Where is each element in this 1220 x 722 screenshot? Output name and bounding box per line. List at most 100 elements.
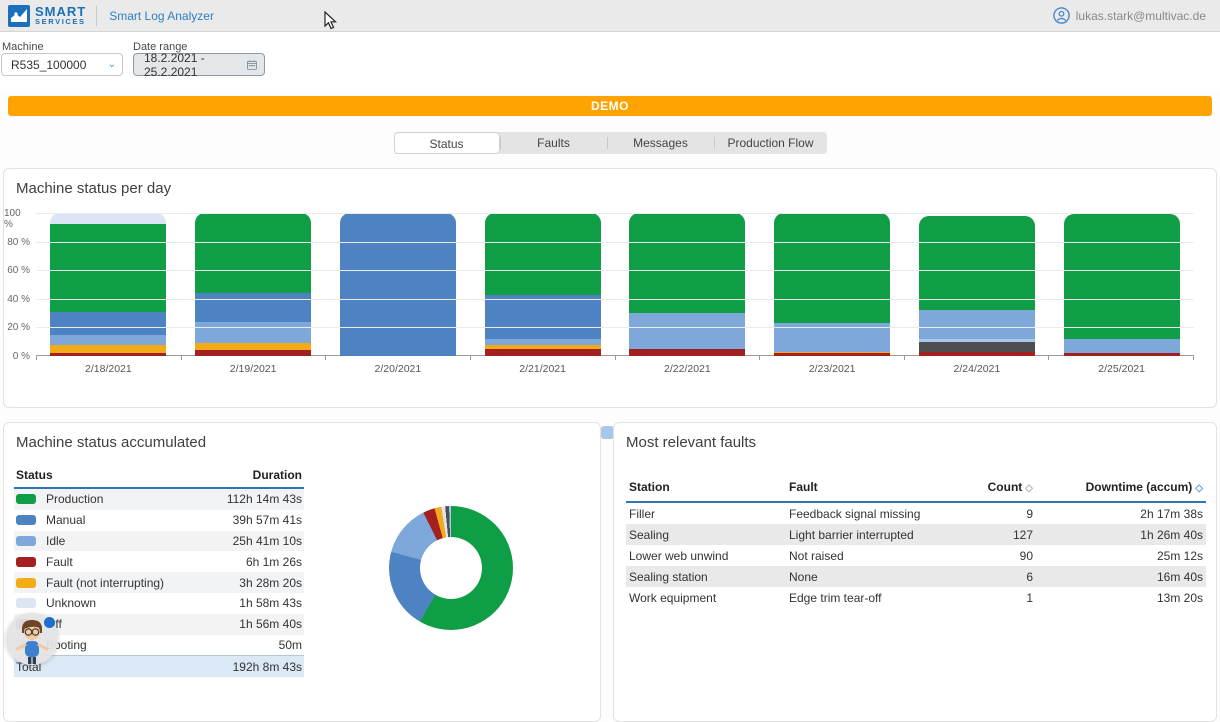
bar-group <box>1049 213 1194 356</box>
fault-count: 1 <box>923 591 1033 605</box>
y-tick-label: 40 % <box>7 294 30 305</box>
app-title: Smart Log Analyzer <box>109 9 214 23</box>
fault-description: Light barrier interrupted <box>789 528 923 542</box>
machine-select[interactable]: R535_100000 ⌄ <box>1 53 123 76</box>
status-label: Manual <box>46 513 85 527</box>
status-row-production: Production112h 14m 43s <box>14 489 304 510</box>
tab-status[interactable]: Status <box>394 132 500 154</box>
bar-segment-fault <box>485 349 601 356</box>
bar-segment-idle <box>1064 339 1180 353</box>
status-duration: 50m <box>279 638 302 652</box>
bar-group <box>36 213 181 356</box>
status-label: Unknown <box>46 596 96 610</box>
bar-segment-fault_ni <box>195 343 311 350</box>
x-axis-label: 2/24/2021 <box>905 363 1050 375</box>
bar-segment-manual <box>340 213 456 356</box>
x-tick <box>471 356 616 360</box>
idle-swatch-icon <box>16 536 36 546</box>
fault-description: Not raised <box>789 549 923 563</box>
bar-group <box>760 213 905 356</box>
stacked-bar-2/22/2021 <box>629 213 745 356</box>
x-tick <box>905 356 1050 360</box>
fault-row: Work equipmentEdge trim tear-off113m 20s <box>626 587 1206 608</box>
status-row-fault: Fault6h 1m 26s <box>14 551 304 572</box>
x-axis-labels: 2/18/20212/19/20212/20/20212/21/20212/22… <box>36 363 1194 375</box>
x-axis-label: 2/18/2021 <box>36 363 181 375</box>
column-count[interactable]: Count <box>923 480 1033 494</box>
status-label: Fault (not interrupting) <box>46 576 164 590</box>
demo-banner: DEMO <box>8 96 1212 116</box>
status-row-unknown: Unknown1h 58m 43s <box>14 593 304 614</box>
stacked-bar-2/21/2021 <box>485 213 601 356</box>
bar-segment-idle <box>919 310 1035 339</box>
top-header: SMART SERVICES Smart Log Analyzer lukas.… <box>0 0 1220 32</box>
fault-downtime: 13m 20s <box>1033 591 1203 605</box>
fault-count: 9 <box>923 507 1033 521</box>
bar-segment-manual <box>485 295 601 339</box>
stacked-bar-2/19/2021 <box>195 213 311 356</box>
fault-row: Lower web unwindNot raised9025m 12s <box>626 545 1206 566</box>
bar-segment-manual <box>195 293 311 322</box>
y-tick-label: 100 % <box>4 208 30 230</box>
accumulated-table-header: Status Duration <box>14 465 304 489</box>
fault-row: FillerFeedback signal missing92h 17m 38s <box>626 503 1206 524</box>
y-tick-label: 0 % <box>13 351 30 362</box>
brand-logo[interactable]: SMART SERVICES <box>0 5 86 27</box>
status-duration: 39h 57m 41s <box>233 513 302 527</box>
tab-messages[interactable]: Messages <box>608 132 714 154</box>
gridline <box>36 213 1194 214</box>
brand-text: SMART SERVICES <box>35 5 86 26</box>
fault-row: SealingLight barrier interrupted1271h 26… <box>626 524 1206 545</box>
gridline <box>36 242 1194 243</box>
fault-count: 127 <box>923 528 1033 542</box>
stacked-bar-2/23/2021 <box>774 213 890 356</box>
card-most-relevant-faults: Most relevant faults Station Fault Count… <box>613 422 1217 722</box>
bar-segment-production <box>1064 214 1180 338</box>
assistant-notification-dot <box>44 617 55 628</box>
fault-description: Feedback signal missing <box>789 507 923 521</box>
chevron-down-icon: ⌄ <box>108 59 116 70</box>
status-donut-chart <box>389 506 513 630</box>
brand-logo-icon <box>8 5 30 27</box>
date-range-input[interactable]: 18.2.2021 - 25.2.2021 <box>133 53 265 76</box>
faults-table-header: Station Fault Count Downtime (accum) <box>626 475 1206 503</box>
user-menu[interactable]: lukas.stark@multivac.de <box>1053 7 1220 24</box>
fault-downtime: 1h 26m 40s <box>1033 528 1203 542</box>
tab-faults[interactable]: Faults <box>501 132 607 154</box>
chart-title: Machine status per day <box>4 169 1216 197</box>
faults-title: Most relevant faults <box>614 423 1216 451</box>
x-tick <box>326 356 471 360</box>
bar-segment-idle <box>50 335 166 345</box>
sort-icon[interactable] <box>1025 483 1033 494</box>
machine-select-value: R535_100000 <box>11 58 86 72</box>
total-duration: 192h 8m 43s <box>233 660 302 674</box>
status-row-fault_ni: Fault (not interrupting)3h 28m 20s <box>14 572 304 593</box>
tab-production-flow[interactable]: Production Flow <box>715 132 827 154</box>
fault-row: Sealing stationNone616m 40s <box>626 566 1206 587</box>
sort-icon[interactable] <box>1195 483 1203 494</box>
tab-group: StatusFaultsMessagesProduction Flow <box>394 132 827 154</box>
bar-segment-production <box>919 216 1035 310</box>
production-swatch-icon <box>16 494 36 504</box>
column-fault: Fault <box>789 480 923 494</box>
column-station: Station <box>629 480 789 494</box>
x-tick <box>616 356 761 360</box>
fault-downtime: 25m 12s <box>1033 549 1203 563</box>
fault-description: None <box>789 570 923 584</box>
fault-description: Edge trim tear-off <box>789 591 923 605</box>
header-divider <box>96 6 97 26</box>
user-email: lukas.stark@multivac.de <box>1076 9 1206 23</box>
stacked-bar-2/24/2021 <box>919 216 1035 356</box>
user-icon <box>1053 7 1070 24</box>
date-range-value: 18.2.2021 - 25.2.2021 <box>144 51 240 79</box>
bar-group <box>470 213 615 356</box>
fault-station: Lower web unwind <box>629 549 789 563</box>
column-downtime[interactable]: Downtime (accum) <box>1033 480 1203 494</box>
status-label: Production <box>46 492 103 506</box>
card-machine-status-accumulated: Machine status accumulated Status Durati… <box>3 422 601 722</box>
column-status: Status <box>16 468 53 482</box>
fault-downtime: 2h 17m 38s <box>1033 507 1203 521</box>
plot-area <box>36 213 1194 356</box>
y-tick-label: 80 % <box>7 237 30 248</box>
bar-segment-unknown <box>50 213 166 224</box>
